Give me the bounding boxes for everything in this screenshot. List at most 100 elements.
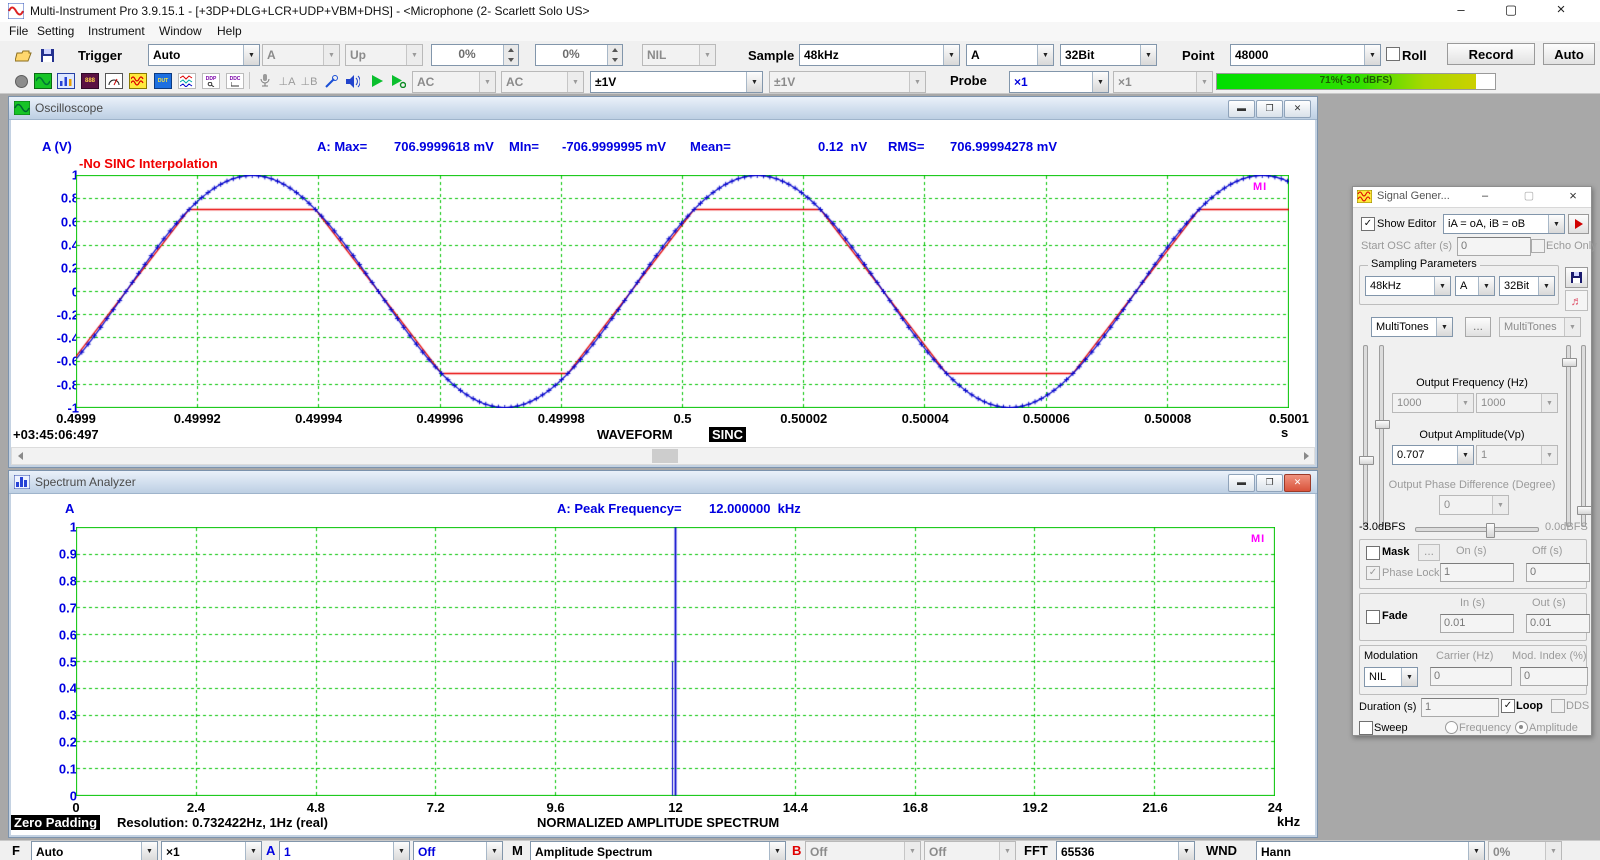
close-icon[interactable]: ×	[1565, 189, 1581, 204]
app-icon	[8, 3, 24, 19]
wave-a-combo[interactable]: MultiTones▼	[1371, 317, 1453, 337]
gen-bit-depth-combo[interactable]: 32Bit▼	[1499, 276, 1555, 296]
open-file-icon[interactable]	[12, 44, 34, 66]
record-indicator-icon[interactable]	[10, 70, 32, 92]
minimize-icon[interactable]: ▬	[1228, 474, 1255, 492]
signal-generator-titlebar[interactable]: Signal Gener... – ▢ ×	[1353, 187, 1591, 208]
loop-checkbox[interactable]	[1501, 699, 1515, 713]
oscilloscope-icon[interactable]	[32, 70, 54, 92]
device-test-plan-icon[interactable]: DUT	[152, 70, 174, 92]
multi-trace-icon[interactable]	[176, 70, 198, 92]
oscilloscope-titlebar[interactable]: Oscilloscope ▬ ❐ ✕	[9, 97, 1317, 120]
zero-padding-badge[interactable]: Zero Padding	[11, 815, 100, 830]
a-ref-combo[interactable]: Off▼	[413, 841, 503, 860]
range-a-combo[interactable]: ±1V▼	[590, 71, 763, 93]
spinner-arrows-icon[interactable]	[607, 45, 622, 65]
close-icon[interactable]: ✕	[1284, 100, 1311, 118]
mask-checkbox[interactable]	[1366, 546, 1380, 560]
microphone-icon[interactable]	[254, 70, 276, 92]
menu-window[interactable]: Window	[155, 24, 206, 40]
b-channel-label: B	[792, 843, 801, 858]
scope-y-axis: 10.80.60.40.20-0.2-0.4-0.6-0.8-1	[39, 175, 79, 408]
probe-label: Probe	[950, 73, 987, 88]
scroll-thumb[interactable]	[652, 449, 678, 463]
bit-depth-combo[interactable]: 32Bit▼	[1060, 44, 1157, 66]
freq-axis-combo[interactable]: Auto▼	[31, 841, 158, 860]
scope-max-label: A: Max=	[317, 139, 367, 154]
show-editor-checkbox[interactable]	[1361, 217, 1375, 231]
gauge-meter-icon[interactable]	[103, 70, 125, 92]
record-button[interactable]: Record	[1447, 43, 1535, 65]
restore-icon[interactable]: ❐	[1256, 100, 1283, 118]
mask-off-label: Off (s)	[1532, 545, 1562, 557]
chevron-down-icon: ▼	[243, 45, 259, 65]
sampling-rate-combo[interactable]: 48kHz▼	[799, 44, 960, 66]
probe-a-combo[interactable]: ×1▼	[1009, 71, 1109, 93]
zoom-combo[interactable]: ×1▼	[161, 841, 262, 860]
wave-a-browse-button[interactable]: ...	[1465, 317, 1491, 337]
fade-checkbox[interactable]	[1366, 610, 1380, 624]
gen-sampling-rate-combo[interactable]: 48kHz▼	[1365, 276, 1451, 296]
menu-instrument[interactable]: Instrument	[84, 24, 149, 40]
scroll-right-icon[interactable]	[1298, 449, 1314, 463]
spectrum-plot[interactable]	[76, 527, 1275, 796]
dbfs-slider[interactable]	[1415, 527, 1539, 532]
auto-button[interactable]: Auto	[1543, 43, 1595, 65]
fft-size-combo[interactable]: 65536▼	[1056, 841, 1195, 860]
ddc-icon[interactable]: DDC	[224, 70, 246, 92]
chevron-down-icon: ▼	[746, 72, 762, 92]
scope-plot[interactable]	[76, 175, 1289, 408]
menu-setting[interactable]: Setting	[33, 24, 78, 40]
app-titlebar: Multi-Instrument Pro 3.9.15.1 - [+3DP+DL…	[0, 0, 1600, 23]
sample-label: Sample	[748, 48, 794, 63]
gen-save-button[interactable]	[1565, 267, 1588, 288]
range-b-combo: ±1V▼	[769, 71, 926, 93]
signal-generator-window-icon	[1357, 190, 1372, 203]
sampling-channel-combo[interactable]: A▼	[966, 44, 1054, 66]
measurement-combo[interactable]: Amplitude Spectrum▼	[530, 841, 786, 860]
close-icon[interactable]: ×	[1538, 0, 1584, 22]
menu-file[interactable]: File	[5, 24, 32, 40]
trigger-delay-spinner[interactable]: 0%	[535, 44, 623, 66]
sweep-amplitude-radio	[1515, 721, 1528, 734]
minimize-icon[interactable]: –	[1477, 189, 1493, 204]
output-phase-label: Output Phase Difference (Degree)	[1353, 479, 1591, 491]
speaker-icon[interactable]	[342, 70, 364, 92]
menu-help[interactable]: Help	[213, 24, 246, 40]
a-gain-combo[interactable]: 1▼	[279, 841, 410, 860]
gen-channel-combo[interactable]: A▼	[1455, 276, 1495, 296]
ddp-viewer-icon[interactable]: DDP	[200, 70, 222, 92]
trigger-level-spinner[interactable]: 0%	[431, 44, 519, 66]
calibration-icon[interactable]	[320, 70, 342, 92]
amp-a-combo[interactable]: 0.707▼	[1392, 445, 1474, 465]
generator-play-button[interactable]	[1568, 214, 1589, 234]
save-icon[interactable]	[36, 44, 58, 66]
play-loop-icon[interactable]	[388, 70, 410, 92]
trigger-filter-combo: NIL▼	[642, 44, 716, 66]
play-icon[interactable]	[366, 70, 388, 92]
routing-combo[interactable]: iA = oA, iB = oB▼	[1443, 214, 1565, 234]
chevron-down-icon: ▼	[1436, 318, 1452, 336]
scroll-left-icon[interactable]	[12, 449, 28, 463]
maximize-icon[interactable]: ▢	[1488, 0, 1534, 22]
spectrum-titlebar[interactable]: Spectrum Analyzer ▬ ❐ ✕	[9, 471, 1317, 494]
record-length-combo[interactable]: 48000▼	[1230, 44, 1381, 66]
close-icon[interactable]: ✕	[1284, 474, 1311, 492]
scope-h-scrollbar[interactable]	[11, 447, 1315, 465]
window-function-combo[interactable]: Hann▼	[1256, 841, 1485, 860]
minimize-icon[interactable]: –	[1438, 0, 1484, 22]
roll-checkbox[interactable]	[1386, 47, 1400, 61]
sweep-checkbox[interactable]	[1359, 721, 1373, 735]
spinner-arrows-icon[interactable]	[503, 45, 518, 65]
spectrum-analyzer-icon[interactable]	[55, 70, 77, 92]
multimeter-icon[interactable]: 888	[79, 70, 101, 92]
modulation-combo[interactable]: NIL▼	[1364, 667, 1418, 687]
signal-generator-icon[interactable]	[127, 70, 149, 92]
trigger-mode-combo[interactable]: Auto▼	[148, 44, 260, 66]
maximize-icon[interactable]: ▢	[1521, 189, 1537, 204]
maximize-icon[interactable]: ❐	[1256, 474, 1283, 492]
scope-sinc-badge[interactable]: SINC	[709, 427, 746, 442]
scope-rms-label: RMS=	[888, 139, 924, 154]
spectrum-x-axis: 02.44.87.29.61214.416.819.221.624	[76, 800, 1275, 816]
minimize-icon[interactable]: ▬	[1228, 100, 1255, 118]
